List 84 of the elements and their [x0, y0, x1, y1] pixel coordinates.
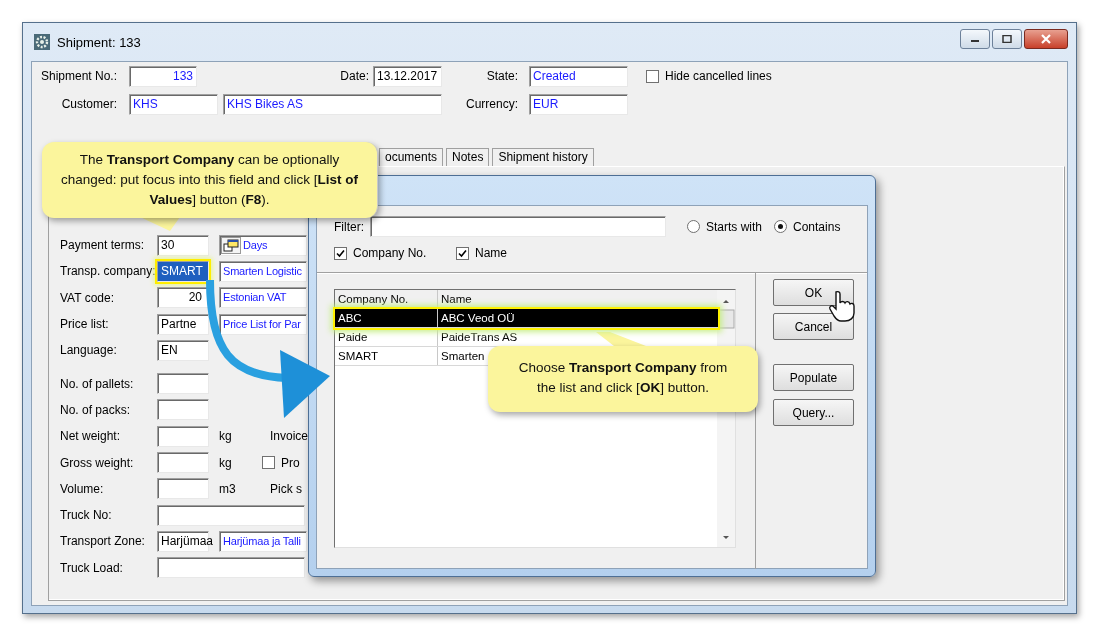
close-icon	[1040, 34, 1052, 44]
field-label: Truck Load:	[60, 560, 124, 575]
unit-label: m3	[219, 481, 237, 496]
input-field[interactable]: SMART	[157, 260, 209, 282]
field-label: Customer:	[60, 97, 118, 111]
input-field[interactable]	[157, 399, 209, 421]
checkbox[interactable]	[262, 456, 275, 469]
dialog-button[interactable]: Cancel	[773, 313, 854, 340]
input-field[interactable]	[157, 557, 305, 579]
input-field[interactable]	[157, 504, 305, 526]
field-label: No. of packs:	[60, 402, 132, 417]
radio-label: Contains	[793, 219, 841, 234]
dialog-button[interactable]: Populate	[773, 364, 854, 391]
input-field[interactable]: Price List for Par	[219, 313, 307, 335]
list-cell-text: ABC Veod OÜ	[440, 311, 515, 326]
field-label: Transp. company:	[60, 264, 157, 279]
checkbox[interactable]	[646, 69, 659, 83]
input-field[interactable]	[157, 452, 209, 473]
list-cell: ABC	[335, 309, 438, 327]
checkbox-label: Pro	[281, 455, 300, 470]
field-label: Invoice	[270, 429, 309, 444]
field-label: Date:	[339, 69, 370, 83]
list-cell-text: PaideTrans AS	[440, 330, 518, 345]
checkbox-label: Hide cancelled lines	[665, 69, 772, 83]
unit-label: kg	[219, 429, 233, 444]
list-cell: SMART	[335, 347, 438, 365]
hand-cursor-icon	[828, 290, 856, 322]
close-button[interactable]	[1024, 29, 1068, 49]
field-label: Truck No:	[60, 508, 113, 523]
field-label: Filter:	[334, 219, 365, 234]
list-row[interactable]: ABC ABC Veod OÜ	[335, 309, 718, 328]
checkbox-label: Name	[475, 246, 507, 260]
input-field[interactable]: Created	[529, 65, 628, 87]
minimize-button[interactable]	[960, 29, 990, 49]
list-cell-text: Smarten	[440, 349, 485, 364]
checkbox[interactable]	[334, 246, 347, 260]
field-label: Payment terms:	[60, 238, 146, 253]
callout-pointer-tooltip	[596, 332, 646, 346]
input-field[interactable]: EUR	[529, 93, 628, 115]
field-label: No. of pallets:	[60, 376, 135, 391]
input-field[interactable]: EN	[157, 339, 209, 361]
field-label: Net weight:	[60, 429, 122, 444]
tab[interactable]: ocuments	[379, 148, 444, 166]
input-field[interactable]	[157, 478, 209, 500]
input-field[interactable]: KHS	[129, 93, 218, 115]
dialog-button[interactable]: Query...	[773, 399, 854, 426]
unit-label: kg	[219, 455, 233, 470]
input-field[interactable]: Smarten Logistic	[219, 260, 307, 282]
dialog-button[interactable]: OK	[773, 279, 854, 306]
input-field[interactable]	[157, 425, 209, 447]
filter-field[interactable]	[370, 216, 666, 237]
field-label: VAT code:	[60, 290, 116, 305]
field-label: Language:	[60, 343, 118, 358]
input-field[interactable]: Days	[219, 234, 307, 256]
maximize-button[interactable]	[992, 29, 1022, 49]
checkbox[interactable]	[456, 246, 469, 260]
field-label: Shipment No.:	[39, 69, 118, 83]
field-label: Gross weight:	[60, 455, 135, 470]
field-label: State:	[485, 69, 519, 83]
input-field[interactable]: KHS Bikes AS	[223, 93, 442, 115]
tab[interactable]: Notes	[446, 148, 490, 166]
tab[interactable]: Shipment history	[492, 148, 594, 166]
list-cell: Paide	[335, 328, 438, 346]
input-field[interactable]: 133	[129, 65, 197, 87]
field-label: Pick s	[270, 481, 302, 496]
field-label: Transport Zone:	[60, 534, 146, 549]
input-field[interactable]: Estonian VAT	[219, 287, 307, 309]
radio-label: Starts with	[706, 219, 762, 234]
input-field[interactable]: 20	[157, 287, 209, 309]
input-field[interactable]: Partne	[157, 313, 209, 335]
radio-button[interactable]	[687, 220, 700, 233]
gear-icon	[33, 33, 51, 51]
field-label: Currency:	[465, 97, 519, 111]
maximize-icon	[1002, 35, 1012, 43]
input-field[interactable]: 13.12.2017	[373, 65, 442, 87]
input-field[interactable]: 30	[157, 234, 209, 256]
column-header[interactable]: Name	[438, 290, 472, 308]
field-label: Price list:	[60, 317, 110, 332]
window-title: Shipment: 133	[57, 34, 141, 50]
field-label: Volume:	[60, 481, 105, 496]
input-field[interactable]	[157, 373, 209, 395]
input-field[interactable]: Harjümaa ja Talli	[219, 530, 307, 552]
checkbox-label: Company No.	[353, 246, 427, 260]
radio-button[interactable]	[774, 220, 787, 233]
